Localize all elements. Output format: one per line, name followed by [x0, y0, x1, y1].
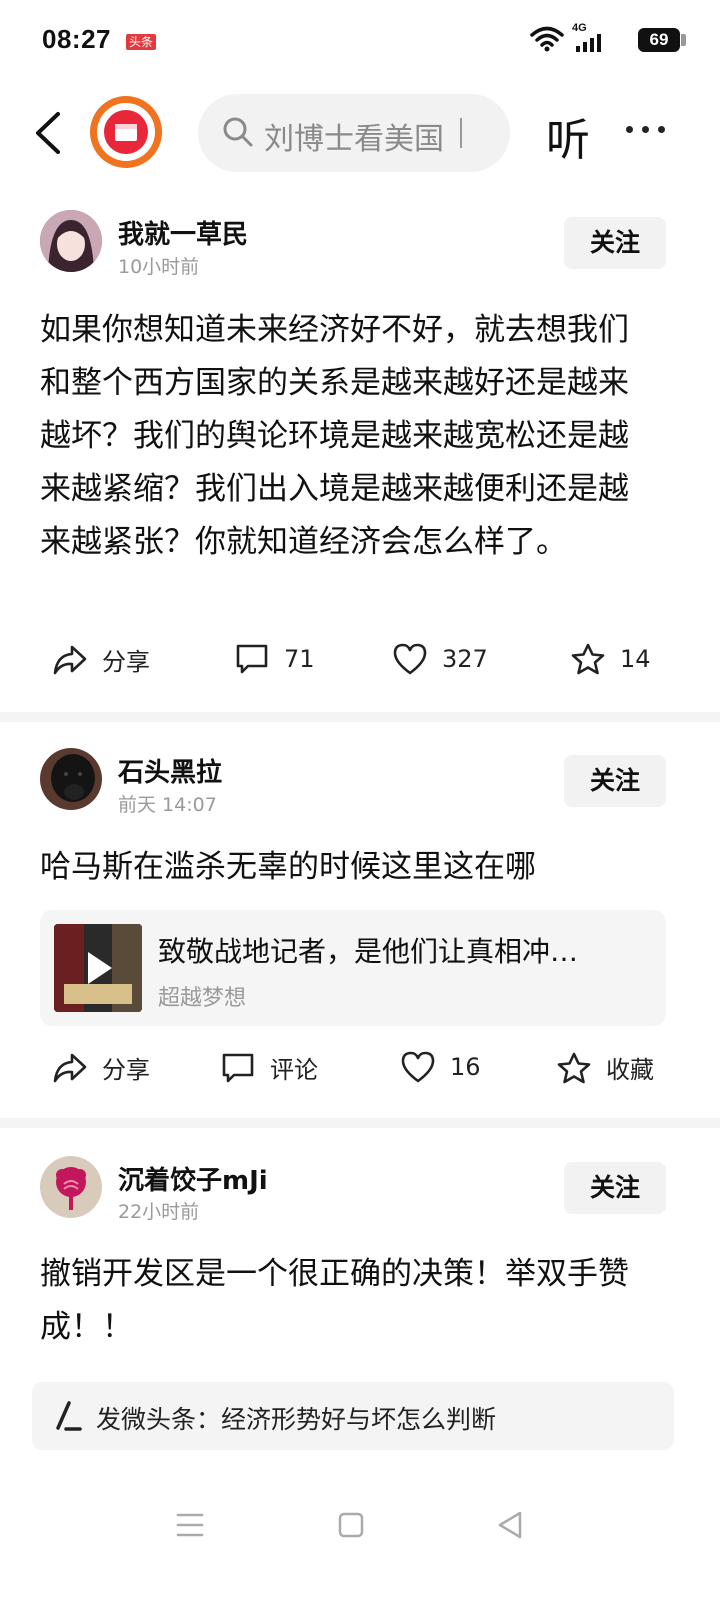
system-nav-bar — [0, 1500, 720, 1550]
like-button[interactable]: 327 — [392, 642, 488, 676]
username[interactable]: 石头黑拉 — [118, 752, 222, 789]
signal-icon — [576, 34, 601, 52]
status-time: 08:27 — [42, 24, 111, 54]
post-time: 前天 14:07 — [118, 794, 217, 816]
follow-button[interactable]: 关注 — [564, 755, 666, 807]
favorite-label: 收藏 — [606, 1056, 654, 1084]
share-label: 分享 — [102, 648, 150, 676]
compose-micro-post-bar[interactable]: 发微头条：经济形势好与坏怎么判断 — [32, 1382, 674, 1450]
follow-button[interactable]: 关注 — [564, 217, 666, 269]
text-cursor — [460, 118, 462, 148]
username[interactable]: 沉着饺子mJi — [118, 1160, 268, 1197]
heart-icon — [401, 1051, 435, 1083]
more-options-icon[interactable] — [626, 126, 665, 133]
avatar[interactable] — [40, 1156, 102, 1218]
comment-count: 71 — [284, 645, 315, 673]
avatar[interactable] — [40, 748, 102, 810]
comment-icon — [222, 1053, 254, 1082]
comment-button[interactable]: 71 — [234, 642, 315, 676]
toutiao-logo[interactable] — [90, 96, 162, 168]
listen-button[interactable]: 听 — [546, 104, 590, 168]
compose-prompt: 发微头条：经济形势好与坏怎么判断 — [96, 1405, 497, 1434]
home-icon[interactable] — [338, 1512, 364, 1538]
search-placeholder: 刘博士看美国 — [264, 122, 444, 157]
network-type: 4G — [572, 22, 587, 34]
favorite-button[interactable]: 14 — [570, 642, 651, 676]
back-triangle-icon[interactable] — [496, 1510, 524, 1540]
search-icon — [223, 117, 253, 147]
pencil-icon — [56, 1401, 82, 1431]
comment-icon — [236, 644, 268, 674]
share-button[interactable]: 分享 — [52, 1050, 150, 1085]
toutiao-badge: 头条 — [126, 34, 157, 50]
post-content[interactable]: 撤销开发区是一个很正确的决策！举双手赞成！！ — [40, 1248, 650, 1354]
follow-button[interactable]: 关注 — [564, 1162, 666, 1214]
like-count: 327 — [442, 645, 488, 673]
divider — [0, 1118, 720, 1128]
share-icon — [53, 1053, 87, 1082]
menu-icon[interactable] — [176, 1512, 204, 1538]
post-time: 10小时前 — [118, 256, 200, 278]
quote-author: 超越梦想 — [158, 986, 247, 1011]
comment-label: 评论 — [270, 1056, 318, 1084]
status-bar: 08:27 头条 4G 69 — [0, 0, 720, 84]
video-thumbnail — [54, 924, 142, 1012]
post-content[interactable]: 如果你想知道未来经济好不好，就去想我们和整个西方国家的关系是越来越好还是越来越坏… — [40, 304, 650, 569]
like-button[interactable]: 16 — [400, 1050, 481, 1084]
post-time: 22小时前 — [118, 1201, 200, 1223]
share-label: 分享 — [102, 1056, 150, 1084]
star-icon — [557, 1052, 591, 1083]
back-arrow-icon[interactable] — [32, 110, 64, 156]
like-count: 16 — [450, 1053, 481, 1081]
username[interactable]: 我就一草民 — [118, 214, 248, 251]
favorite-button[interactable]: 收藏 — [556, 1050, 654, 1085]
share-icon — [53, 645, 87, 674]
avatar[interactable] — [40, 210, 102, 272]
divider — [0, 712, 720, 722]
star-icon — [571, 643, 605, 675]
heart-icon — [393, 643, 427, 675]
share-button[interactable]: 分享 — [52, 642, 150, 677]
battery-tip — [681, 34, 686, 46]
post-content[interactable]: 哈马斯在滥杀无辜的时候这里这在哪 — [40, 841, 650, 894]
battery-indicator: 69 — [638, 28, 680, 52]
wifi-icon — [530, 26, 564, 52]
quoted-video-card[interactable]: 致敬战地记者，是他们让真相冲… 超越梦想 — [40, 910, 666, 1026]
favorite-count: 14 — [620, 645, 651, 673]
comment-button[interactable]: 评论 — [220, 1050, 318, 1085]
quote-title: 致敬战地记者，是他们让真相冲… — [158, 935, 579, 968]
search-bar[interactable]: 刘博士看美国 — [198, 94, 510, 172]
